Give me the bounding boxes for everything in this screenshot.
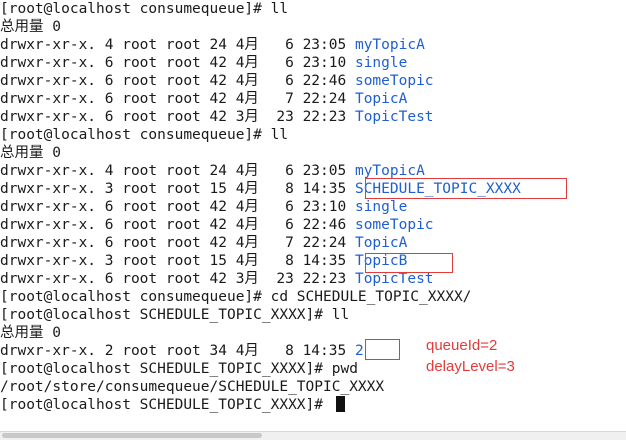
terminal-line-active-prompt[interactable]: [root@localhost SCHEDULE_TOPIC_XXXX]# [0,396,345,414]
terminal-line-dir: drwxr-xr-x. 2 root root 34 4月 8 14:35 2 [0,343,364,359]
terminal-line-prompt-ll: [root@localhost SCHEDULE_TOPIC_XXXX]# ll [0,307,350,323]
horizontal-scrollbar[interactable] [0,431,626,440]
dir-name: single [354,55,408,71]
dir-name: someTopic [354,73,434,89]
terminal-line-total: 总用量 0 [0,19,61,35]
terminal-line-dir: drwxr-xr-x. 6 root root 42 4月 6 23:10 si… [0,199,408,215]
terminal-line-dir: drwxr-xr-x. 6 root root 42 4月 6 23:10 si… [0,55,408,71]
terminal-line-prompt-ll: [root@localhost consumequeue]# ll [0,127,289,143]
dir-name: TopicTest [354,109,434,125]
terminal-line-dir: drwxr-xr-x. 6 root root 42 3月 23 22:23 T… [0,109,434,125]
terminal-line-dir: drwxr-xr-x. 4 root root 24 4月 6 23:05 my… [0,163,425,179]
text-cursor [335,396,345,412]
terminal-line-dir: drwxr-xr-x. 3 root root 15 4月 8 14:35 To… [0,253,408,269]
terminal-line-total: 总用量 0 [0,325,61,341]
terminal-output[interactable]: [root@localhost consumequeue]# ll 总用量 0 … [0,0,626,432]
terminal-line-total: 总用量 0 [0,145,61,161]
terminal-line-path: /root/store/consumequeue/SCHEDULE_TOPIC_… [0,379,385,395]
dir-name: TopicTest [354,271,434,287]
scrollbar-thumb[interactable] [2,433,262,438]
dir-name: myTopicA [354,37,425,53]
dir-name: someTopic [354,217,434,233]
terminal-line-dir: drwxr-xr-x. 6 root root 42 4月 7 22:24 To… [0,91,408,107]
dir-name-queue-2: 2 [354,343,364,359]
terminal-line-dir: drwxr-xr-x. 6 root root 42 4月 6 22:46 so… [0,217,434,233]
annotation-delay-level: delayLevel=3 [426,358,515,375]
terminal-line-dir: drwxr-xr-x. 4 root root 24 4月 6 23:05 my… [0,37,425,53]
dir-name: TopicA [354,91,408,107]
highlight-box-queue-2 [365,339,400,360]
terminal-line-dir: drwxr-xr-x. 6 root root 42 4月 6 22:46 so… [0,73,434,89]
dir-name: single [354,199,408,215]
annotation-queue-id: queueId=2 [426,337,498,354]
terminal-line-dir: drwxr-xr-x. 6 root root 42 4月 7 22:24 To… [0,235,408,251]
terminal-line-prompt-pwd: [root@localhost SCHEDULE_TOPIC_XXXX]# pw… [0,361,358,377]
dir-name: TopicA [354,235,408,251]
highlight-box-schedule-topic [365,178,567,199]
terminal-line-prompt-cd: [root@localhost consumequeue]# cd SCHEDU… [0,289,472,305]
terminal-line-prompt-ll: [root@localhost consumequeue]# ll [0,1,289,17]
dir-name: myTopicA [354,163,425,179]
highlight-box-topicb [365,253,453,273]
